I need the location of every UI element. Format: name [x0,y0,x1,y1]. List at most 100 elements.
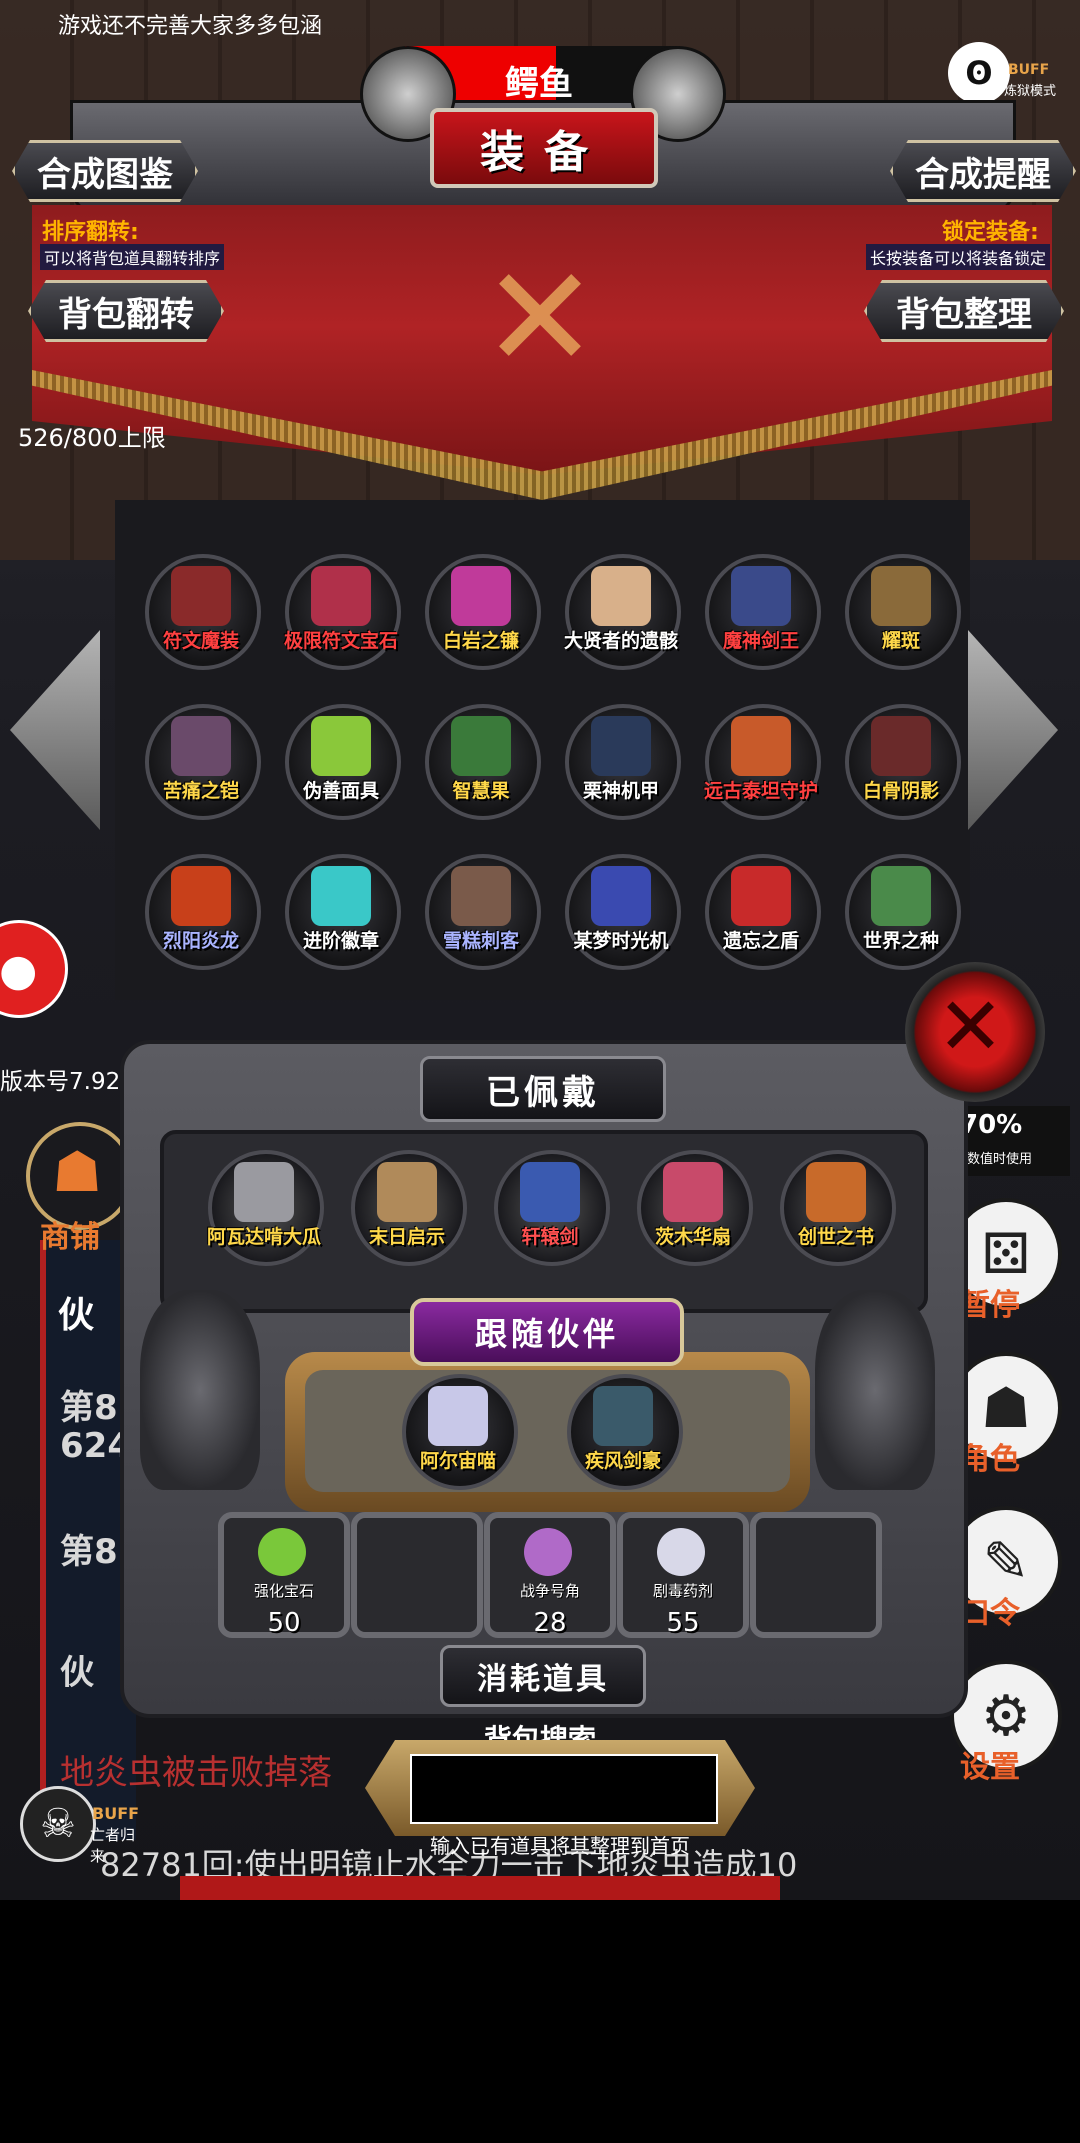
item-label: 耀斑 [881,630,920,652]
consumable-label: 战争号角 [519,1582,580,1600]
equipped-item[interactable]: 末日启示 [349,1148,467,1266]
bag-item[interactable]: 白岩之镰 [423,552,541,670]
bag-item[interactable]: 伪善面具 [283,702,401,820]
lock-equip-desc: 长按装备可以将装备锁定 [866,244,1051,270]
right-button-label: 设置 [960,1750,1020,1785]
right-button-label: 口令 [960,1596,1020,1631]
item-art-icon [663,1162,723,1222]
percent-badge: 70% 其数值时使用 [950,1106,1070,1176]
consumable-slot[interactable] [351,1512,483,1638]
bag-item[interactable]: 白骨阴影 [843,702,961,820]
item-label: 白骨阴影 [862,780,939,802]
bag-item[interactable]: 进阶徽章 [283,852,401,970]
item-art-icon [731,566,791,626]
item-art-icon [591,866,651,926]
gear-icon: ⚙ [980,1683,1032,1749]
item-label: 魔神剑王 [722,630,799,652]
item-label: 极限符文宝石 [283,630,398,652]
item-label: 大贤者的遗骸 [563,630,678,652]
item-label: 智慧果 [452,780,510,802]
item-label: 阿尔宙喵 [419,1450,496,1472]
item-art-icon [731,866,791,926]
consumable-count: 55 [666,1608,700,1638]
item-art-icon [591,566,651,626]
bag-item[interactable]: 苦痛之铠 [143,702,261,820]
consumable-slot[interactable]: 强化宝石 50 [218,1512,350,1638]
item-label: 栗神机甲 [582,780,659,802]
item-art-icon [451,866,511,926]
dragon-statue-left [140,1290,260,1490]
person-icon: ● [0,945,38,996]
buff-label: BUFF [1008,62,1050,78]
buff-revive-label: 亡者归来 [90,1826,136,1865]
synthesis-reminder-button[interactable]: 合成提醒 [890,140,1076,202]
bag-item[interactable]: 符文魔装 [143,552,261,670]
log-line: 伙 [60,1653,94,1693]
equipped-item[interactable]: 轩辕剑 [492,1148,610,1266]
item-art-icon [871,716,931,776]
sort-flip-title: 排序翻转: [42,220,139,245]
shop-label: 商铺 [40,1220,100,1255]
bag-item[interactable]: 遗忘之盾 [703,852,821,970]
consumable-count: 28 [533,1608,567,1638]
bag-item[interactable]: 远古泰坦守护 [703,702,821,820]
bag-search-input[interactable] [410,1754,718,1824]
consumable-slot[interactable] [750,1512,882,1638]
item-art-icon [451,566,511,626]
item-art-icon [311,866,371,926]
dragon-statue-right [815,1290,935,1490]
bag-item[interactable]: 某梦时光机 [563,852,681,970]
equipped-item[interactable]: 阿瓦达啃大瓜 [206,1148,324,1266]
companion-title: 跟随伙伴 [410,1298,684,1366]
item-label: 遗忘之盾 [722,930,799,952]
item-art-icon [731,716,791,776]
item-art-icon [234,1162,294,1222]
bag-sort-button[interactable]: 背包整理 [864,280,1064,342]
bag-item[interactable]: 魔神剑王 [703,552,821,670]
companion-area [305,1370,790,1492]
bag-item[interactable]: 智慧果 [423,702,541,820]
consumable-label: 强化宝石 [253,1582,314,1600]
equipped-item[interactable]: 茨木华扇 [635,1148,753,1266]
percent-value: 70% [960,1110,1023,1140]
right-button-label: 角色 [960,1442,1020,1477]
bag-item[interactable]: 烈阳炎龙 [143,852,261,970]
item-label: 茨木华扇 [654,1226,731,1248]
close-icon: ✕ [937,980,1005,1073]
bag-item[interactable]: 极限符文宝石 [283,552,401,670]
bag-capacity: 526/800上限 [18,424,166,452]
consumable-slot[interactable]: 剧毒药剂 55 [617,1512,749,1638]
hood-icon: ☗ [980,1375,1032,1441]
item-label: 苦痛之铠 [162,780,239,802]
item-label: 白岩之镰 [442,630,519,652]
item-art-icon [171,566,231,626]
next-page-arrow-icon[interactable] [968,630,1058,830]
item-label: 伪善面具 [302,780,379,802]
consumables-title: 消耗道具 [440,1645,646,1707]
bag-item[interactable]: 耀斑 [843,552,961,670]
item-art-icon [311,716,371,776]
companion-item[interactable]: 阿尔宙喵 [400,1372,518,1490]
buff-revive-badge[interactable]: ☠ BUFF 亡者归来 [20,1786,140,1865]
item-label: 末日启示 [368,1226,445,1248]
consumable-slot[interactable]: 战争号角 28 [484,1512,616,1638]
sort-flip-desc: 可以将背包道具翻转排序 [40,244,225,270]
bag-item[interactable]: 大贤者的遗骸 [563,552,681,670]
account-avatar[interactable]: ● [0,920,68,1018]
prev-page-arrow-icon[interactable] [10,630,100,830]
equipped-item[interactable]: 创世之书 [778,1148,896,1266]
item-art-icon [377,1162,437,1222]
page-title: 装备 [430,108,658,188]
bag-item[interactable]: 栗神机甲 [563,702,681,820]
item-art-icon [871,866,931,926]
item-art-icon [451,716,511,776]
bag-flip-button[interactable]: 背包翻转 [28,280,224,342]
synthesis-book-button[interactable]: 合成图鉴 [12,140,198,202]
close-button[interactable]: ✕ [905,962,1045,1102]
code-icon: ✎ [982,1529,1030,1595]
item-label: 雪糕刺客 [442,930,519,952]
bag-item[interactable]: 雪糕刺客 [423,852,541,970]
bag-item[interactable]: 世界之种 [843,852,961,970]
companion-item[interactable]: 疾风剑豪 [565,1372,683,1490]
crossed-swords-icon: ✕ [481,236,599,400]
